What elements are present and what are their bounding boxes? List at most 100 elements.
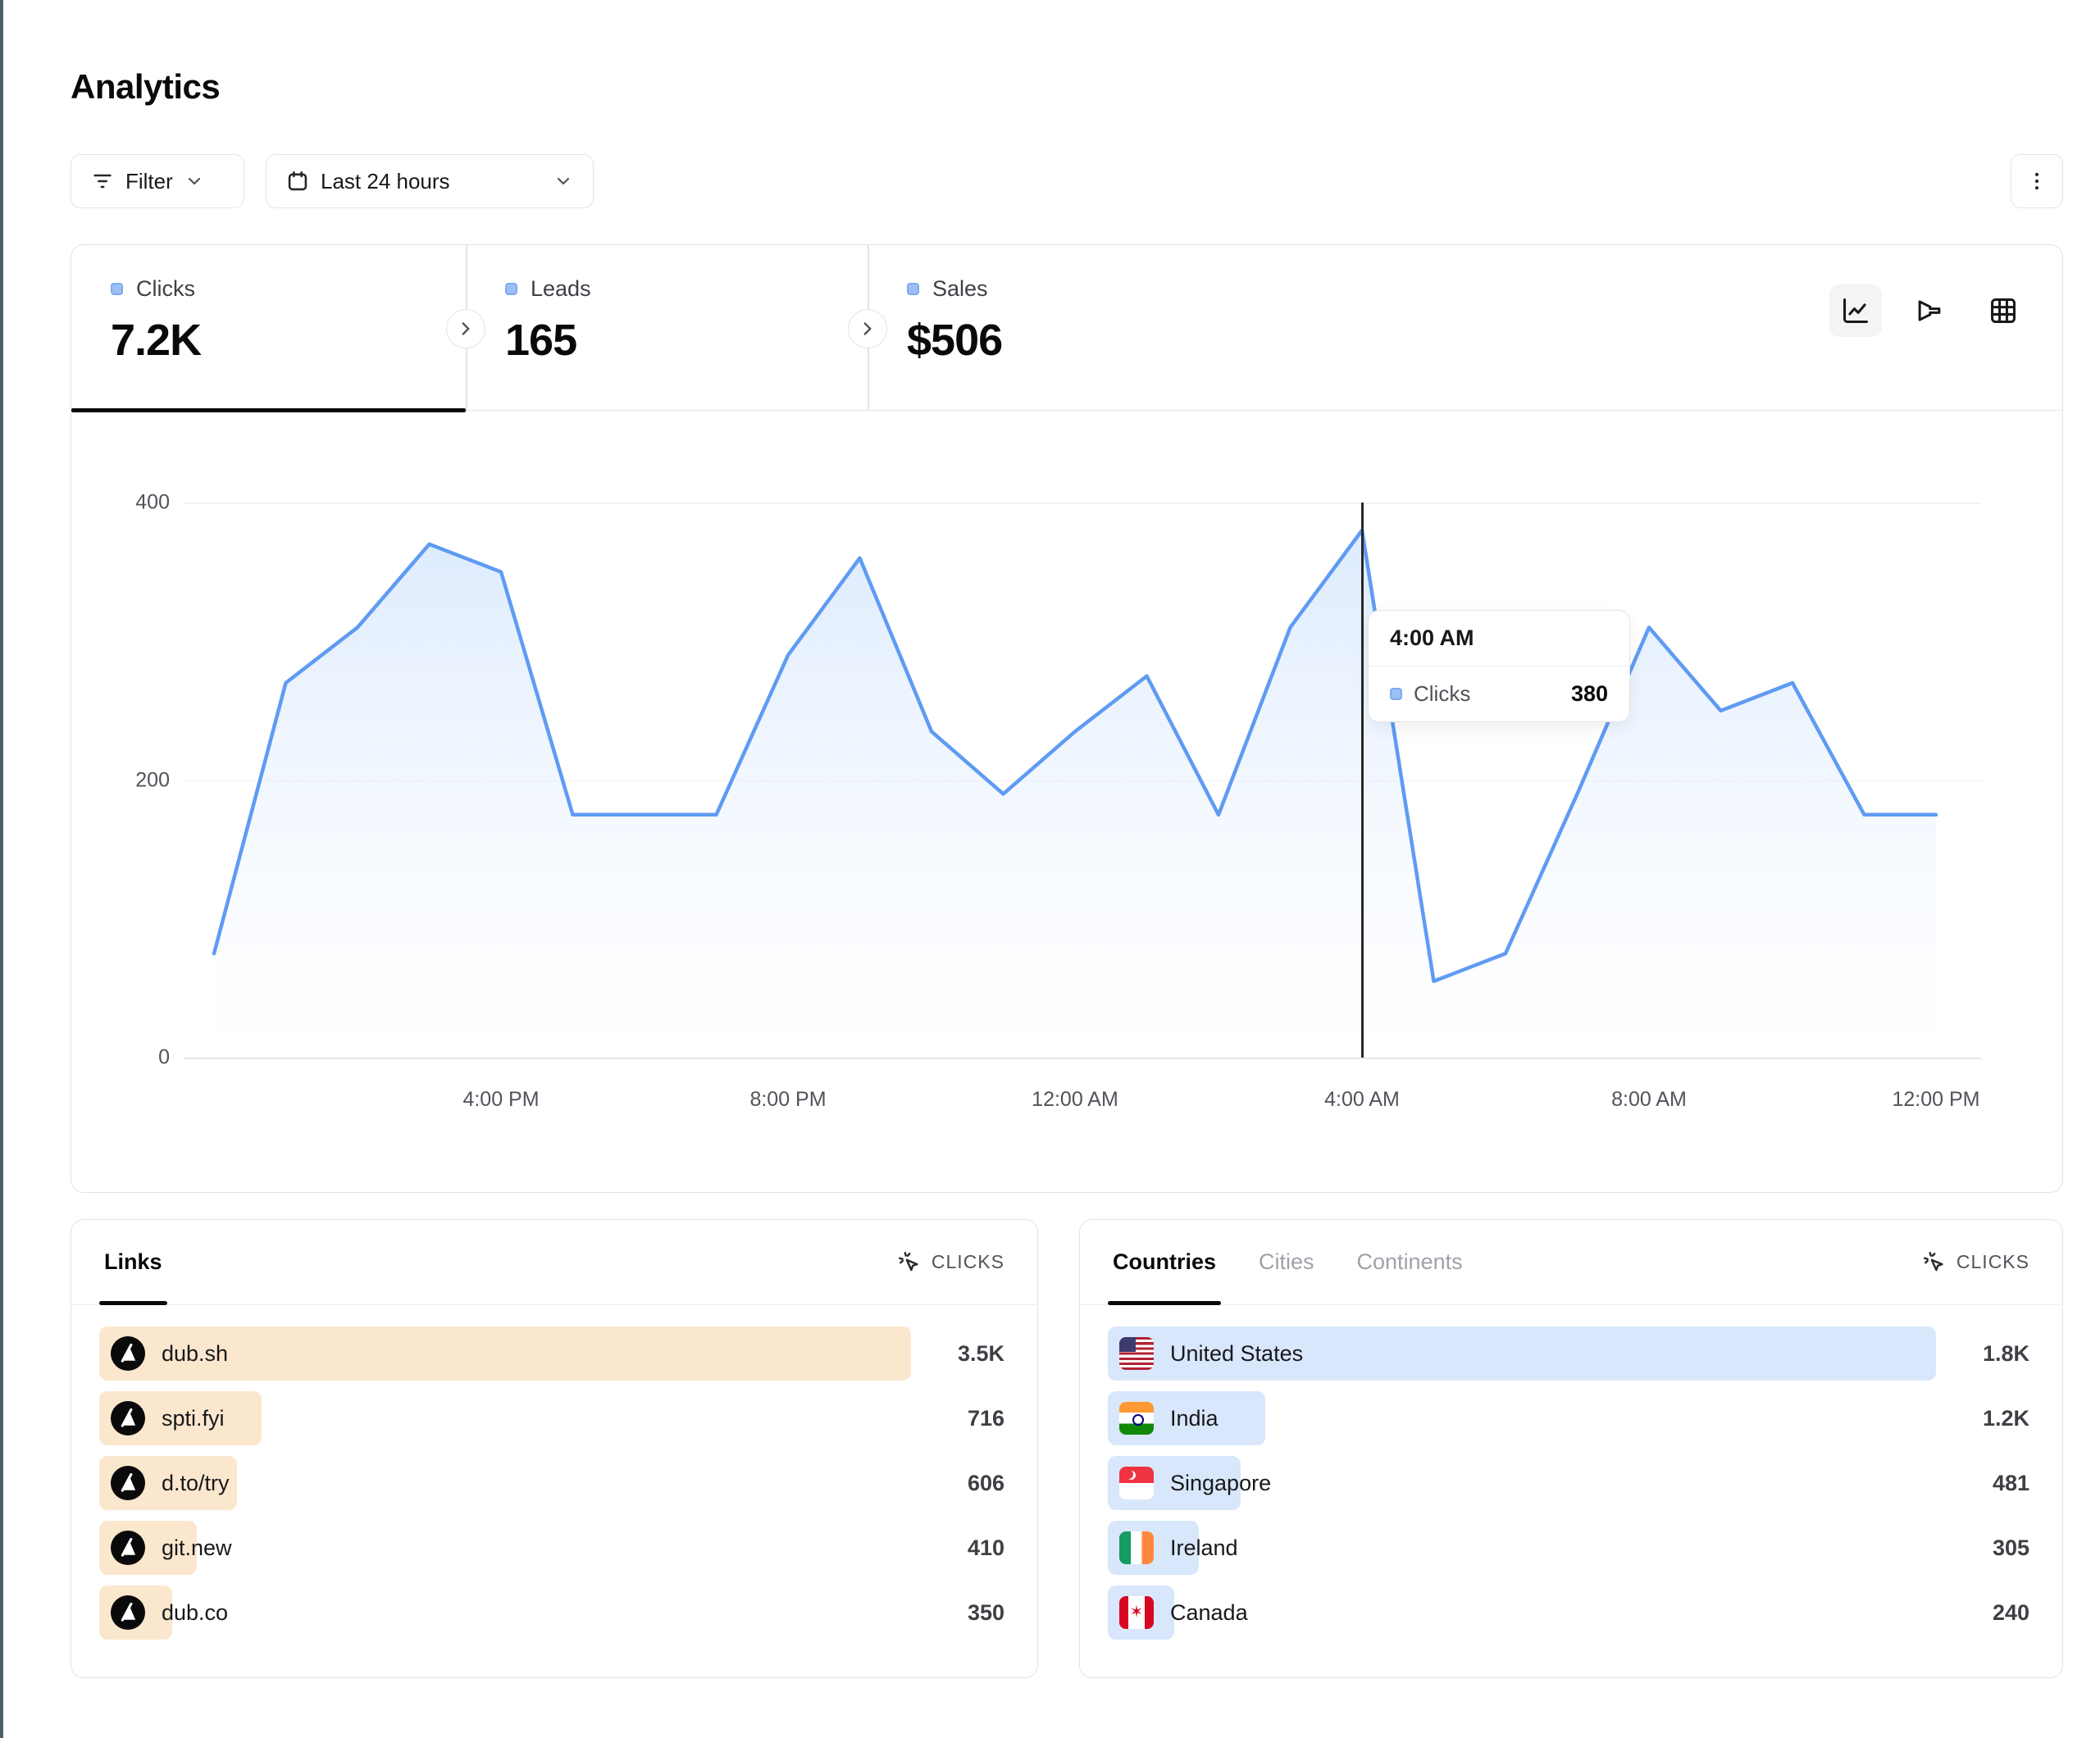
y-tick-label: 0 bbox=[71, 1046, 170, 1070]
clicks-timeseries-chart[interactable]: 4002000 4:00 PM8:00 PM12:00 AM4:00 AM8:0… bbox=[71, 411, 2062, 1192]
page-title: Analytics bbox=[71, 67, 220, 107]
leads-tab-value: 165 bbox=[505, 315, 868, 366]
countries-tabs: Countries Cities Continents bbox=[1113, 1220, 1463, 1304]
row-value: 1.2K bbox=[1983, 1391, 2029, 1445]
x-tick-label: 12:00 PM bbox=[1892, 1088, 1979, 1112]
list-item[interactable]: Ireland 305 bbox=[1108, 1521, 2034, 1575]
countries-metric-label: CLICKS bbox=[1957, 1251, 2029, 1273]
date-range-button[interactable]: Last 24 hours bbox=[266, 154, 594, 208]
list-item[interactable]: Canada 240 bbox=[1108, 1586, 2034, 1640]
leads-tab-label: Leads bbox=[531, 276, 591, 302]
list-item[interactable]: spti.fyi 716 bbox=[99, 1391, 1009, 1445]
links-rows: dub.sh 3.5K spti.fyi 716 d.to/try 606 git.new 4… bbox=[71, 1305, 1037, 1661]
funnel-view-button[interactable] bbox=[1903, 284, 1956, 337]
tab-countries[interactable]: Countries bbox=[1113, 1220, 1216, 1304]
x-tick-label: 4:00 AM bbox=[1324, 1088, 1400, 1112]
date-range-label: Last 24 hours bbox=[321, 169, 450, 194]
tab-clicks[interactable]: Clicks 7.2K bbox=[71, 245, 466, 411]
row-label: spti.fyi bbox=[162, 1406, 225, 1431]
tab-leads[interactable]: Leads 165 bbox=[466, 245, 868, 411]
row-label: India bbox=[1170, 1406, 1219, 1431]
chart-tooltip: 4:00 AM Clicks 380 bbox=[1368, 610, 1630, 722]
row-value: 3.5K bbox=[958, 1326, 1004, 1381]
flag-in-icon bbox=[1119, 1402, 1154, 1435]
list-item[interactable]: dub.sh 3.5K bbox=[99, 1326, 1009, 1381]
more-options-button[interactable] bbox=[2011, 154, 2063, 208]
flag-sg-icon bbox=[1119, 1467, 1154, 1499]
tab-sales[interactable]: Sales $506 bbox=[868, 245, 1253, 411]
countries-metric-selector[interactable]: CLICKS bbox=[1922, 1250, 2029, 1275]
dub-logo-icon bbox=[111, 1336, 145, 1371]
links-metric-selector[interactable]: CLICKS bbox=[897, 1250, 1004, 1275]
cursor-click-icon bbox=[1922, 1250, 1947, 1275]
tooltip-series-label: Clicks bbox=[1414, 681, 1470, 707]
x-tick-label: 4:00 PM bbox=[462, 1088, 539, 1112]
table-view-button[interactable] bbox=[1977, 284, 2029, 337]
tooltip-series-value: 380 bbox=[1571, 681, 1608, 707]
list-item[interactable]: Singapore 481 bbox=[1108, 1456, 2034, 1510]
gridline bbox=[184, 1058, 1981, 1059]
filter-icon bbox=[91, 170, 114, 193]
list-item[interactable]: git.new 410 bbox=[99, 1521, 1009, 1575]
dub-logo-icon bbox=[111, 1531, 145, 1565]
flag-ie-icon bbox=[1119, 1531, 1154, 1564]
x-tick-label: 12:00 AM bbox=[1032, 1088, 1118, 1112]
flag-us-icon bbox=[1119, 1337, 1154, 1370]
row-value: 716 bbox=[968, 1391, 1004, 1445]
row-value: 305 bbox=[1993, 1521, 2029, 1575]
kebab-menu-icon bbox=[2025, 170, 2048, 193]
row-label: Canada bbox=[1170, 1600, 1248, 1626]
clicks-tab-label: Clicks bbox=[136, 276, 195, 302]
row-value: 240 bbox=[1993, 1586, 2029, 1640]
row-value: 410 bbox=[968, 1521, 1004, 1575]
window-left-edge bbox=[0, 0, 3, 1738]
y-tick-label: 400 bbox=[71, 491, 170, 515]
chevron-down-icon bbox=[184, 171, 204, 191]
analytics-page: Analytics Filter Last 24 hours Cl bbox=[0, 0, 2100, 1738]
filter-label: Filter bbox=[125, 169, 173, 194]
sales-legend-swatch bbox=[907, 283, 919, 295]
tooltip-series-swatch bbox=[1390, 688, 1402, 700]
row-label: Ireland bbox=[1170, 1536, 1238, 1561]
countries-panel: Countries Cities Continents CLICKS United … bbox=[1079, 1219, 2063, 1678]
list-item[interactable]: dub.co350 bbox=[99, 1586, 1009, 1640]
y-tick-label: 200 bbox=[71, 768, 170, 792]
row-label: Singapore bbox=[1170, 1471, 1271, 1496]
chart-view-switcher bbox=[1829, 284, 2029, 337]
tab-links[interactable]: Links bbox=[104, 1220, 162, 1304]
links-panel: Links CLICKS dub.sh 3.5K spti.fyi 716 d.to/t… bbox=[71, 1219, 1038, 1678]
clicks-tab-value: 7.2K bbox=[111, 315, 466, 366]
expand-leads-chevron-button[interactable] bbox=[848, 309, 887, 348]
cursor-click-icon bbox=[897, 1250, 922, 1275]
stats-tabs-row: Clicks 7.2K Leads 165 bbox=[71, 245, 2062, 411]
hover-cursor-line bbox=[1361, 503, 1364, 1058]
tab-continents[interactable]: Continents bbox=[1357, 1220, 1463, 1304]
row-value: 481 bbox=[1993, 1456, 2029, 1510]
filter-button[interactable]: Filter bbox=[71, 154, 244, 208]
dub-logo-icon bbox=[111, 1466, 145, 1500]
line-chart-view-button[interactable] bbox=[1829, 284, 1882, 337]
clicks-legend-swatch bbox=[111, 283, 123, 295]
links-metric-label: CLICKS bbox=[932, 1251, 1004, 1273]
chevron-down-icon bbox=[553, 171, 573, 191]
row-label: dub.sh bbox=[162, 1341, 228, 1367]
row-label: United States bbox=[1170, 1341, 1303, 1367]
list-item[interactable]: India 1.2K bbox=[1108, 1391, 2034, 1445]
analytics-chart-card: Clicks 7.2K Leads 165 bbox=[71, 244, 2063, 1193]
list-item[interactable]: United States 1.8K bbox=[1108, 1326, 2034, 1381]
row-label: d.to/try bbox=[162, 1471, 230, 1496]
tab-cities[interactable]: Cities bbox=[1259, 1220, 1314, 1304]
dub-logo-icon bbox=[111, 1595, 145, 1630]
area-series bbox=[184, 503, 1981, 1058]
row-value: 606 bbox=[968, 1456, 1004, 1510]
row-label: git.new bbox=[162, 1536, 232, 1561]
tooltip-time: 4:00 AM bbox=[1369, 611, 1629, 667]
countries-rows: United States 1.8K India 1.2K Singapore 481 Ir… bbox=[1080, 1305, 2062, 1661]
expand-clicks-chevron-button[interactable] bbox=[446, 309, 485, 348]
row-value: 1.8K bbox=[1983, 1326, 2029, 1381]
row-label: dub.co bbox=[162, 1600, 228, 1626]
flag-ca-icon bbox=[1119, 1596, 1154, 1629]
x-tick-label: 8:00 PM bbox=[749, 1088, 826, 1112]
leads-legend-swatch bbox=[505, 283, 517, 295]
list-item[interactable]: d.to/try 606 bbox=[99, 1456, 1009, 1510]
